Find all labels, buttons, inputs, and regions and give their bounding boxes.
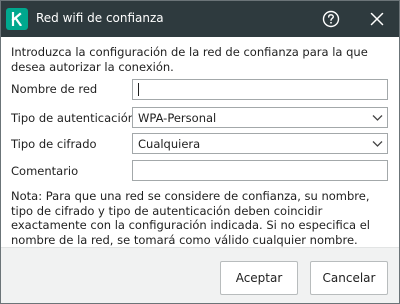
- text-cursor: [138, 83, 139, 96]
- chevron-down-icon: [372, 141, 383, 147]
- cancel-button[interactable]: Cancelar: [310, 261, 388, 295]
- close-icon: [370, 12, 384, 26]
- intro-text: Introduzca la configuración de la red de…: [11, 45, 368, 74]
- dialog-footer: Aceptar Cancelar: [1, 247, 399, 303]
- auth-type-select[interactable]: WPA-Personal: [132, 107, 388, 128]
- encryption-type-label: Tipo de cifrado: [11, 137, 97, 151]
- comment-input[interactable]: [133, 161, 387, 180]
- close-button[interactable]: [365, 7, 389, 31]
- help-circle-icon: [322, 10, 340, 28]
- comment-label: Comentario: [11, 164, 79, 178]
- chevron-down-icon: [372, 115, 383, 121]
- accept-button[interactable]: Aceptar: [220, 261, 298, 295]
- auth-type-value: WPA-Personal: [138, 111, 217, 125]
- trusted-wifi-dialog: Red wifi de confianza Introduzca la conf…: [0, 0, 400, 304]
- encryption-type-value: Cualquiera: [138, 137, 201, 151]
- network-name-field[interactable]: [132, 79, 388, 100]
- help-button[interactable]: [319, 7, 343, 31]
- note-text: Nota: Para que una red se considere de c…: [11, 189, 370, 247]
- title-bar: Red wifi de confianza: [1, 1, 399, 37]
- encryption-type-select[interactable]: Cualquiera: [132, 133, 388, 154]
- auth-type-label: Tipo de autenticación: [11, 111, 136, 125]
- window-title: Red wifi de confianza: [36, 11, 164, 25]
- kaspersky-logo-icon: [6, 8, 28, 30]
- comment-field[interactable]: [132, 160, 388, 181]
- network-name-input[interactable]: [133, 80, 387, 99]
- network-name-label: Nombre de red: [11, 82, 98, 96]
